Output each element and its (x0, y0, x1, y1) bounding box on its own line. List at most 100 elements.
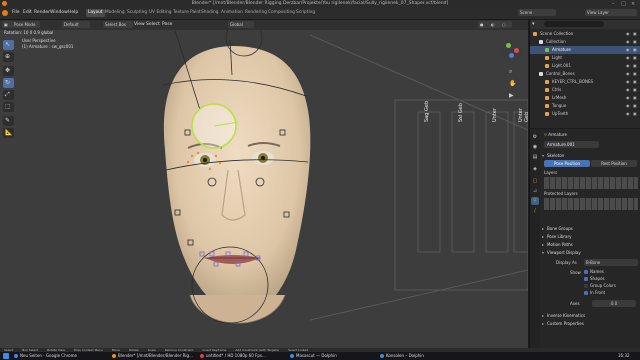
menu-pose[interactable]: Pose (162, 22, 172, 27)
tab-uv-editing[interactable]: UV Editing (147, 9, 173, 17)
taskbar-item[interactable]: Blender* [/mnt/Blender/Blender Rig... (112, 353, 202, 359)
show-checkbox[interactable]: Names (584, 269, 604, 275)
section-bone-groups[interactable]: ▸ Bone Groups (542, 225, 639, 232)
outliner-row[interactable]: Armature ◉ ▣ (530, 46, 640, 54)
menu-render[interactable]: Render (34, 10, 50, 15)
armature-data-tab[interactable]: ⚲ (531, 197, 539, 205)
blender-menu-icon[interactable] (2, 10, 8, 16)
navigation-gizmo[interactable] (500, 40, 522, 62)
taskbar-item[interactable]: untitled* / HD 1080p 60 Fps... (200, 353, 292, 359)
outliner-search-input[interactable] (544, 21, 604, 27)
render-tab[interactable]: ◉ (531, 143, 539, 151)
eye-icon[interactable]: ◉ (626, 94, 630, 102)
camera-icon[interactable]: ▣ (633, 70, 637, 78)
axes-field[interactable]: 0.0 (592, 300, 636, 307)
taskbar-item[interactable]: Konsolen – Dolphin (380, 353, 472, 359)
transform-orientation-selector[interactable]: Global (228, 21, 254, 28)
eye-icon[interactable]: ◉ (626, 86, 630, 94)
outliner-row[interactable]: Collection ◉ ▣ (530, 38, 640, 46)
menu-view[interactable]: View (134, 22, 145, 27)
shading-render-button[interactable]: ○ (500, 21, 512, 28)
show-checkbox[interactable]: Group Colors (584, 283, 616, 289)
taskbar-clock[interactable]: 16:32 (618, 353, 630, 358)
show-checkbox[interactable]: Shapes (584, 276, 605, 282)
eye-icon[interactable]: ◉ (626, 70, 630, 78)
section-motion-paths[interactable]: ▸ Motion Paths (542, 241, 639, 248)
tab-compositing[interactable]: Compositing (266, 9, 297, 17)
outliner-row[interactable]: Ctrls ◉ ▣ (530, 86, 640, 94)
menu-help[interactable]: Help (68, 10, 78, 15)
maximize-icon[interactable]: □ (621, 1, 626, 7)
outliner-row[interactable]: UpTeeth ◉ ▣ (530, 110, 640, 118)
rest-position-button[interactable]: Rest Position (591, 160, 637, 167)
menu-file[interactable]: File (12, 10, 20, 15)
section-viewport-display[interactable]: ▾ Viewport Display (542, 249, 639, 256)
section-skeleton[interactable]: ▾ Skeleton (542, 152, 639, 159)
pose-position-button[interactable]: Pose Position (544, 160, 590, 167)
camera-icon[interactable]: ▣ (633, 78, 637, 86)
eye-icon[interactable]: ◉ (626, 78, 630, 86)
menu-edit[interactable]: Edit (23, 10, 32, 15)
3d-viewport[interactable]: User Perspective (1) Armature : sw_gsc00… (0, 30, 528, 348)
view-layer-selector[interactable]: View Layer (585, 9, 637, 16)
tab-layout[interactable]: Layout (86, 9, 105, 17)
camera-view-icon[interactable]: ▶ (509, 92, 514, 99)
minimize-icon[interactable]: – (612, 1, 615, 7)
eye-icon[interactable]: ◉ (626, 46, 630, 54)
camera-icon[interactable]: ▣ (633, 102, 637, 110)
camera-icon[interactable]: ▣ (633, 54, 637, 62)
zoom-icon[interactable]: ⌕ (509, 68, 512, 76)
protected-layers-grid[interactable] (544, 198, 638, 210)
camera-icon[interactable]: ▣ (633, 62, 637, 70)
rotate-tool-button[interactable]: ↻ (3, 78, 14, 88)
gizmo-y-axis-icon[interactable] (506, 43, 511, 48)
camera-icon[interactable]: ▣ (633, 110, 637, 118)
eye-icon[interactable]: ◉ (626, 38, 630, 46)
measure-tool-button[interactable]: 📐 (3, 128, 14, 138)
start-menu-icon[interactable] (3, 353, 9, 359)
scale-tool-button[interactable]: ⤢ (3, 90, 14, 100)
pan-icon[interactable]: ✋ (509, 80, 516, 87)
gizmo-z-axis-icon[interactable] (509, 53, 514, 58)
tool-tab[interactable]: ⚙ (531, 133, 539, 141)
output-tab[interactable]: ▤ (531, 153, 539, 161)
outliner-row[interactable]: Scene Collection ◉ ▣ (530, 30, 640, 38)
object-tab[interactable]: ▢ (531, 177, 539, 185)
cursor-tool-button[interactable]: ⊕ (3, 52, 14, 62)
camera-icon[interactable]: ▣ (633, 38, 637, 46)
outliner-filter-icon[interactable]: ▾ (532, 21, 535, 27)
section-custom-properties[interactable]: ▸ Custom Properties (542, 320, 639, 327)
tab-texture-paint[interactable]: Texture Paint (171, 9, 203, 17)
taskbar-item[interactable]: Masascut — Dolphin (290, 353, 382, 359)
outliner-row[interactable]: Light.001 ◉ ▣ (530, 62, 640, 70)
eye-icon[interactable]: ◉ (626, 30, 630, 38)
camera-icon[interactable]: ▣ (633, 94, 637, 102)
section-pose-library[interactable]: ▸ Pose Library (542, 233, 639, 240)
bone-tab[interactable]: / (531, 207, 539, 215)
section-inverse-kinematics[interactable]: ▸ Inverse Kinematics (542, 312, 639, 319)
annotate-tool-button[interactable]: ✎ (3, 116, 14, 126)
tab-shading[interactable]: Shading (199, 9, 220, 17)
show-checkbox[interactable]: In Front (584, 290, 605, 296)
move-tool-button[interactable]: ✥ (3, 66, 14, 76)
taskbar-item[interactable]: Neu Seiten - Google Chrome (14, 353, 112, 359)
close-icon[interactable]: × (631, 1, 635, 7)
orientation-selector[interactable]: Default (62, 21, 90, 28)
outliner-row[interactable]: LrMesh ◉ ▣ (530, 94, 640, 102)
layers-grid[interactable] (544, 177, 638, 189)
transform-tool-button[interactable]: ⬚ (3, 102, 14, 112)
camera-icon[interactable]: ▣ (633, 86, 637, 94)
mode-selector[interactable]: Pose Mode (12, 21, 40, 28)
menu-select[interactable]: Select (146, 22, 160, 27)
eye-icon[interactable]: ◉ (626, 62, 630, 70)
menu-window[interactable]: Window (50, 10, 68, 15)
camera-icon[interactable]: ▣ (633, 46, 637, 54)
gizmo-x-axis-icon[interactable] (514, 48, 519, 53)
camera-icon[interactable]: ▣ (633, 30, 637, 38)
outliner-row[interactable]: Light ◉ ▣ (530, 54, 640, 62)
tab-modeling[interactable]: Modeling (103, 9, 127, 17)
outliner-row[interactable]: Tongue ◉ ▣ (530, 102, 640, 110)
scene-selector[interactable]: Scene (518, 9, 556, 16)
drag-selector[interactable]: Select Box (103, 21, 133, 28)
outliner-row[interactable]: Control_Bones ◉ ▣ (530, 70, 640, 78)
